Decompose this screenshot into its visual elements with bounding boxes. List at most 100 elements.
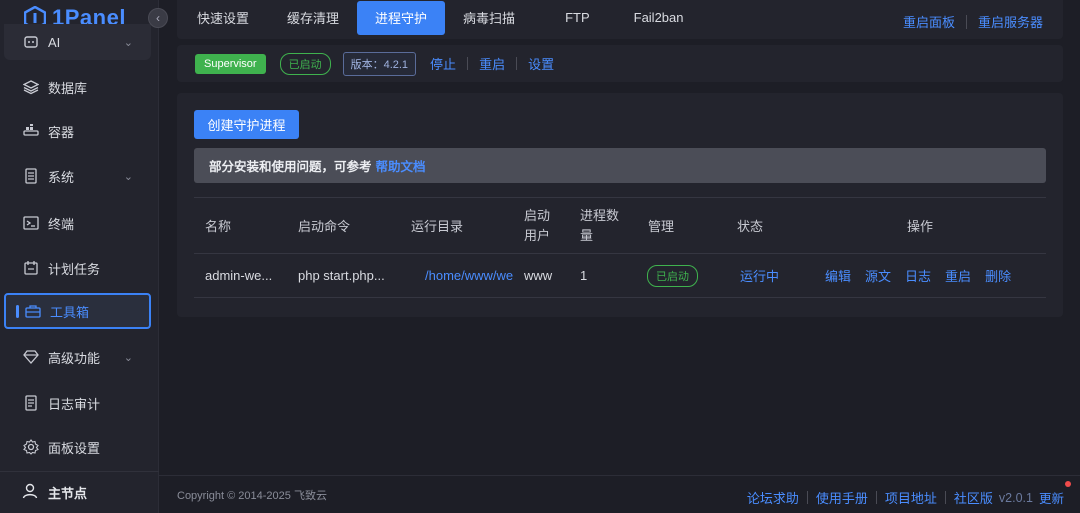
diamond-icon [22,348,40,366]
sidebar-item-toolbox[interactable]: 工具箱 [4,293,151,329]
tab-label: 快速设置 [197,11,250,26]
log-button[interactable]: 日志 [905,266,931,285]
version-badge: 版本：4.2.1 [342,51,417,76]
chevron-down-icon: ⌄ [123,351,133,364]
process-table: 名称 启动命令 运行目录 启动用户 进程数量 管理 状态 操作 admin-we… [194,197,1046,298]
tab-virus-scan[interactable]: 病毒扫描 [445,1,533,35]
tab-label: 缓存清理 [287,11,340,26]
col-status: 状态 [737,219,764,234]
update-label: 更新 [1038,492,1064,506]
notification-dot [1065,481,1071,487]
service-state-badge: 已启动 [279,52,331,75]
divider [875,491,877,504]
help-docs-link[interactable]: 帮助文档 [376,156,426,175]
sidebar-item-system[interactable]: 系统 ⌄ [4,158,151,194]
tab-label: 进程守护 [375,11,428,26]
edit-button[interactable]: 编辑 [825,266,851,285]
col-name: 名称 [205,219,232,234]
sidebar-item-label: 高级功能 [48,350,101,366]
source-button[interactable]: 源文 [865,266,891,285]
tab-supervisor[interactable]: 进程守护 [357,0,446,35]
edition-link[interactable]: 社区版 [954,488,993,507]
table-row: admin-we... php start.php... /home/www/w… [194,254,1046,298]
tab-cache-clean[interactable]: 缓存清理 [269,1,357,35]
cell-manage: 已启动 [647,254,698,297]
active-indicator [16,305,19,318]
sidebar-item-label: 日志审计 [48,396,101,412]
button-label: 创建守护进程 [207,118,286,133]
sidebar-item-label: 容器 [48,124,75,140]
toolbox-icon [24,302,42,320]
sidebar-item-settings[interactable]: 面板设置 [4,429,151,465]
alert-text: 部分安装和使用问题，可参考 [209,160,372,174]
create-process-button[interactable]: 创建守护进程 [194,110,299,139]
sidebar-item-advanced[interactable]: 高级功能 ⌄ [4,339,151,375]
cell-count: 1 [580,268,588,283]
ai-icon [22,33,40,51]
restart-panel-link[interactable]: 重启面板 [903,12,955,31]
cell-dir-link[interactable]: /home/www/we [425,254,513,297]
row-actions: 编辑 源文 日志 重启 删除 [825,254,1011,297]
col-count: 进程数量 [580,207,620,243]
tab-label: Fail2ban [633,10,684,25]
col-user: 启动用户 [524,207,551,243]
collapse-sidebar-button[interactable]: ‹ [148,8,168,28]
cell-user: www [524,268,553,283]
settings-icon [22,438,40,456]
sidebar-item-label: 数据库 [48,80,88,96]
divider [467,57,469,70]
cell-command: php start.php... [298,268,385,283]
cell-name: admin-we... [205,268,273,283]
sidebar-item-label: AI [48,34,61,50]
container-icon [22,122,40,140]
chevron-down-icon: ⌄ [123,36,133,49]
sidebar-item-label: 计划任务 [48,261,101,277]
tab-ftp[interactable]: FTP [533,1,622,35]
node-label: 主节点 [48,486,88,501]
sidebar: 1Panel ‹ AI ⌄ 数据库 容器 系统 ⌄ 终端 计划任务 工具箱 高级… [0,0,168,513]
manual-link[interactable]: 使用手册 [816,488,868,507]
tab-quick-settings[interactable]: 快速设置 [177,1,269,35]
sidebar-item-database[interactable]: 数据库 [4,69,151,105]
supervisor-status-bar: Supervisor 已启动 版本：4.2.1 停止 重启 设置 [177,45,1063,82]
help-alert: 部分安装和使用问题，可参考 帮助文档 [194,148,1046,183]
table-header: 名称 启动命令 运行目录 启动用户 进程数量 管理 状态 操作 [194,197,1046,254]
col-command: 启动命令 [298,219,351,234]
divider [806,491,808,504]
sidebar-item-cron[interactable]: 计划任务 [4,250,151,286]
page-footer: Copyright © 2014-2025 飞致云 论坛求助 使用手册 项目地址… [159,475,1080,513]
stop-link[interactable]: 停止 [430,54,456,73]
node-selector[interactable]: 主节点 [0,471,159,513]
tab-label: 病毒扫描 [463,11,516,26]
process-list-card: 创建守护进程 部分安装和使用问题，可参考 帮助文档 名称 启动命令 运行目录 启… [177,93,1063,317]
divider [965,14,967,29]
chevron-down-icon: ⌄ [123,170,133,183]
update-link[interactable]: 更新 [1038,481,1071,507]
sidebar-item-logs[interactable]: 日志审计 [4,385,151,421]
calendar-icon [22,259,40,277]
delete-button[interactable]: 删除 [985,266,1011,285]
service-name-badge: Supervisor [195,53,266,74]
sidebar-item-ai[interactable]: AI ⌄ [4,24,151,60]
status-running-link[interactable]: 运行中 [740,254,779,297]
sidebar-item-terminal[interactable]: 终端 [4,205,151,241]
manage-badge[interactable]: 已启动 [647,264,698,287]
col-ops: 操作 [907,219,934,234]
terminal-icon [22,214,40,232]
sidebar-item-label: 工具箱 [50,304,90,320]
settings-link[interactable]: 设置 [528,54,554,73]
toolbox-tabs: 快速设置 缓存清理 进程守护 病毒扫描 FTP Fail2ban 重启面板 重启… [177,0,1063,39]
col-dir: 运行目录 [411,219,464,234]
tab-fail2ban[interactable]: Fail2ban [622,1,696,35]
restart-link[interactable]: 重启 [479,54,505,73]
project-link[interactable]: 项目地址 [885,488,937,507]
sidebar-item-label: 系统 [48,169,75,185]
sidebar-item-label: 终端 [48,216,75,232]
service-actions: 停止 重启 设置 [430,54,554,73]
restart-server-link[interactable]: 重启服务器 [978,12,1043,31]
sidebar-item-container[interactable]: 容器 [4,113,151,149]
restart-button[interactable]: 重启 [945,266,971,285]
divider [516,57,518,70]
forum-link[interactable]: 论坛求助 [747,488,799,507]
chevron-left-icon: ‹ [156,11,160,25]
